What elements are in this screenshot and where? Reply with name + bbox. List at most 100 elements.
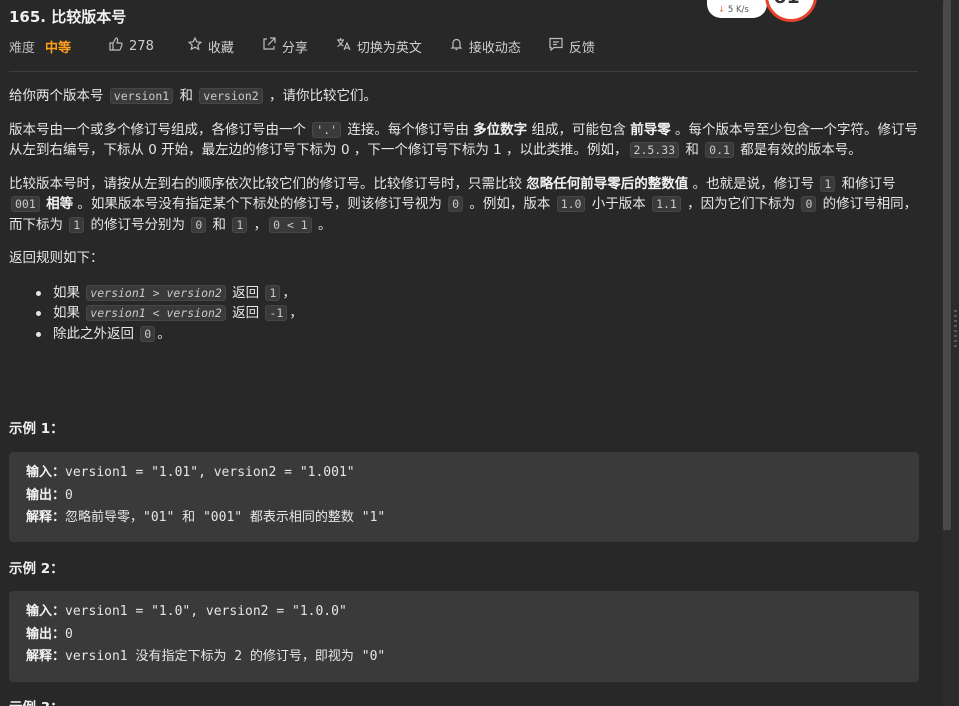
example-1-title: 示例 1： [9, 421, 64, 437]
network-speed-widget[interactable]: ↓ 5 K/s 61% [707, 0, 817, 22]
text: 连接。每个修订号由 [343, 121, 474, 138]
value: 忽略前导零，"01" 和 "001" 都表示相同的整数 "1" [65, 510, 386, 525]
problem-meta-bar: 难度 中等 278 收藏 分享 切换为英文 接收动态 反馈 [9, 36, 595, 56]
label: 输出： [26, 487, 66, 503]
scrollbar-thumb[interactable] [943, 0, 951, 530]
text: 都是有效的版本号。 [735, 142, 862, 158]
bold-text: 前导零 [630, 121, 671, 138]
inline-code: 001 [11, 196, 40, 212]
gauge-readout: 61% [768, 0, 814, 8]
example-output: 输出：0 [26, 485, 902, 508]
example-input: 输入：version1 = "1.01", version2 = "1.001" [26, 462, 902, 485]
bold-text: 多位数字 [473, 121, 528, 138]
inline-code: 0 [448, 196, 464, 212]
usage-gauge: 61% [765, 0, 817, 22]
speed-unit: K/s [735, 5, 749, 15]
like-button[interactable]: 278 [109, 37, 154, 55]
share-button[interactable]: 分享 [262, 37, 308, 56]
value: 0 [65, 626, 73, 642]
inline-code: 1.0 [556, 196, 586, 212]
text: 。例如，版本 [465, 196, 555, 212]
speed-readout: ↓ 5 K/s [718, 5, 749, 15]
problem-page: 165. 比较版本号 难度 中等 278 收藏 分享 切换为英文 接收动态 反馈… [0, 0, 959, 706]
description-paragraph: 比较版本号时，请按从左到右的顺序依次比较它们的修订号。比较修订号时，只需比较 忽… [9, 174, 919, 236]
text: 给你两个版本号 [9, 88, 108, 104]
translate-icon [336, 37, 351, 55]
inline-code: 1 [232, 216, 248, 233]
list-item: 如果 version1 < version2 返回 -1， [36, 303, 919, 324]
text: ， [289, 305, 303, 321]
value: version1 = "1.0", version2 = "1.0.0" [65, 604, 347, 619]
text: 小于版本 [587, 196, 651, 212]
feedback-button[interactable]: 反馈 [549, 37, 595, 56]
inline-code: 1.1 [652, 196, 681, 212]
text: 。 [313, 216, 332, 233]
inline-code: -1 [265, 305, 288, 321]
example-input: 输入：version1 = "1.0", version2 = "1.0.0" [26, 601, 902, 624]
inline-code: 0.1 [705, 142, 734, 158]
translate-button[interactable]: 切换为英文 [336, 37, 422, 56]
text: 和修订号 [837, 175, 896, 192]
feedback-icon [549, 37, 563, 55]
label: 解释： [26, 649, 66, 664]
text: 如果 [53, 284, 85, 301]
inline-code: 0 [801, 196, 817, 212]
subscribe-button[interactable]: 接收动态 [450, 37, 521, 56]
label: 解释： [26, 510, 66, 525]
rules-title: 返回规则如下： [9, 250, 104, 266]
bold-text: 相等 [46, 196, 74, 212]
rules-list: 如果 version1 > version2 返回 1， 如果 version1… [36, 283, 919, 345]
header-divider [9, 71, 918, 72]
bold-text: 忽略任何前导零后的整数值 [526, 175, 689, 192]
text: ， [249, 216, 268, 233]
label: 输入： [26, 465, 66, 480]
example-1-block: 输入：version1 = "1.01", version2 = "1.001"… [9, 452, 919, 542]
example-3-title: 示例 3： [9, 696, 64, 706]
text: 的修订号分别为 [86, 216, 190, 233]
inline-code: 2.5.33 [629, 142, 680, 158]
problem-title: 165. 比较版本号 [9, 8, 127, 26]
gauge-value: 61 [773, 0, 799, 8]
panel-resize-handle[interactable] [954, 310, 957, 350]
value: version1 = "1.01", version2 = "1.001" [65, 465, 355, 480]
feedback-label: 反馈 [568, 40, 595, 56]
favorite-button[interactable]: 收藏 [187, 36, 234, 56]
text: 和 [175, 88, 198, 104]
share-label: 分享 [281, 40, 308, 56]
difficulty: 难度 中等 [9, 37, 71, 56]
text: 除此之外返回 [53, 325, 139, 342]
inline-code: version2 [199, 88, 263, 104]
subscribe-label: 接收动态 [468, 40, 521, 56]
example-explanation: 解释：忽略前导零，"01" 和 "001" 都表示相同的整数 "1" [26, 507, 902, 530]
share-icon [262, 37, 276, 55]
speed-value: 5 [727, 5, 734, 15]
description-paragraph: 版本号由一个或多个修订号组成，各修订号由一个 '.' 连接。每个修订号由 多位数… [9, 120, 919, 161]
label: 输出： [26, 626, 66, 642]
list-item: 除此之外返回 0。 [36, 324, 919, 345]
example-2-block: 输入：version1 = "1.0", version2 = "1.0.0" … [9, 591, 919, 682]
text: 如果 [53, 305, 85, 321]
text: 比较版本号时，请按从左到右的顺序依次比较它们的修订号。比较修订号时，只需比较 [9, 175, 527, 192]
list-item: 如果 version1 > version2 返回 1， [36, 283, 919, 304]
label: 输入： [26, 604, 66, 619]
example-2-title: 示例 2： [9, 561, 64, 577]
text: 和 [681, 142, 704, 158]
text: 返回 [227, 284, 264, 301]
download-arrow-icon: ↓ [718, 5, 726, 15]
text: 和 [208, 216, 231, 233]
favorite-label: 收藏 [207, 40, 234, 56]
text: 。如果版本号没有指定某个下标处的修订号，则该修订号视为 [73, 196, 447, 212]
text: 。也就是说，修订号 [688, 175, 819, 192]
problem-description: 给你两个版本号 version1 和 version2 ，请你比较它们。 版本号… [9, 86, 919, 344]
thumbs-up-icon [109, 37, 123, 55]
inline-code: 0 < 1 [269, 216, 312, 233]
bell-icon [450, 37, 463, 55]
example-explanation: 解释：version1 没有指定下标为 2 的修订号，即视为 "0" [26, 646, 902, 669]
inline-code: 1 [69, 216, 85, 233]
value: version1 没有指定下标为 2 的修订号，即视为 "0" [65, 649, 386, 664]
star-icon [187, 36, 203, 55]
text: 版本号由一个或多个修订号组成，各修订号由一个 [9, 121, 311, 138]
inline-code: 0 [140, 325, 156, 342]
example-output: 输出：0 [26, 624, 902, 647]
inline-code: 1 [265, 284, 281, 301]
